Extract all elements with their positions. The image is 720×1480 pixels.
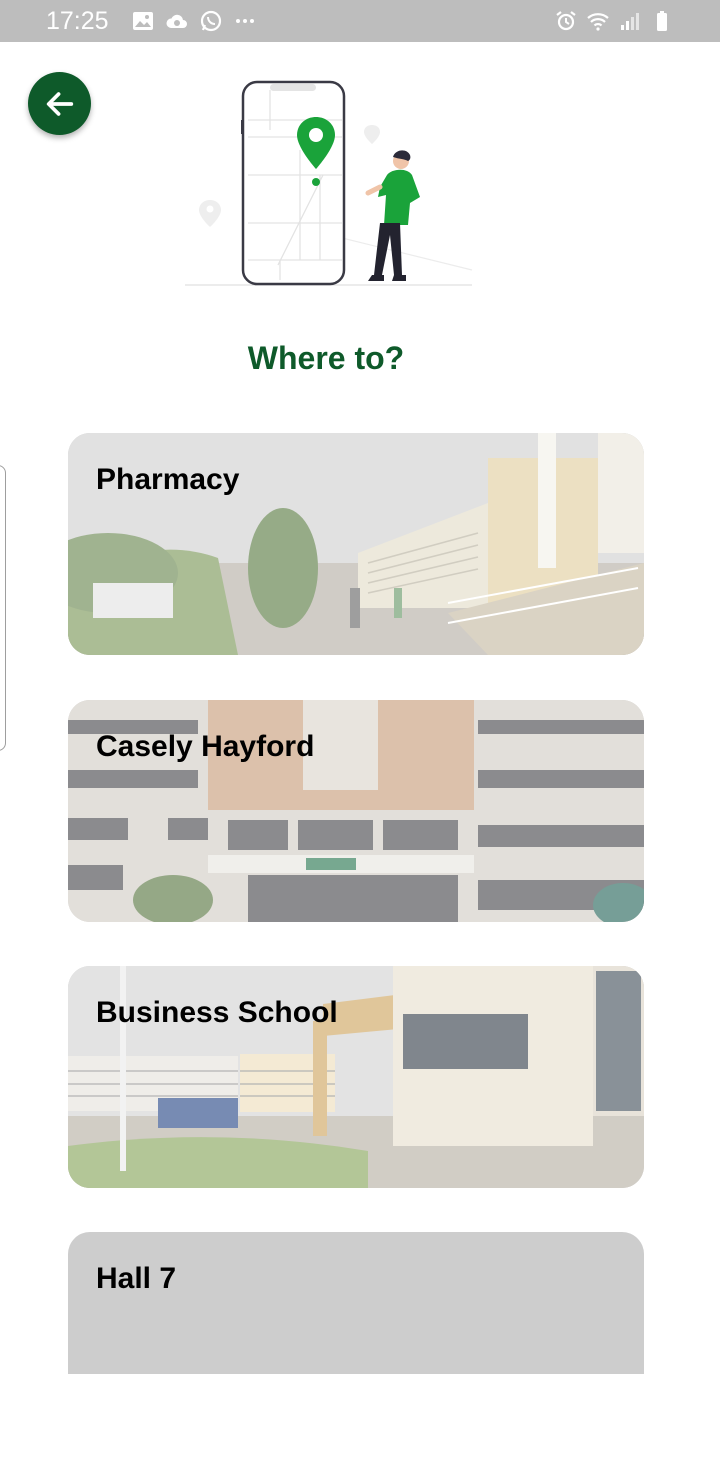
destination-label: Casely Hayford (96, 730, 315, 763)
location-illustration (185, 80, 473, 286)
whatsapp-icon (200, 10, 221, 32)
alarm-icon (556, 11, 576, 31)
battery-icon (657, 11, 667, 31)
status-bar: 17:25 (0, 0, 720, 42)
more-icon (235, 19, 254, 23)
wifi-icon (587, 13, 609, 31)
destination-label: Pharmacy (96, 463, 240, 496)
signal-icon (621, 13, 639, 30)
back-button[interactable] (28, 72, 91, 135)
destination-card-hall-7[interactable]: Hall 7 (68, 1232, 644, 1374)
destination-label: Business School (96, 996, 338, 1029)
destination-card-business-school[interactable]: Business School (68, 966, 644, 1188)
edge-panel-handle[interactable] (0, 465, 6, 751)
destination-card-pharmacy[interactable]: Pharmacy (68, 433, 644, 655)
page-title: Where to? (247, 340, 405, 376)
destination-label: Hall 7 (96, 1262, 177, 1295)
cloud-sync-icon (166, 14, 187, 28)
gallery-icon (132, 12, 153, 30)
destination-card-casely-hayford[interactable]: Casely Hayford (68, 700, 644, 922)
status-time: 17:25 (46, 6, 109, 35)
arrow-left-icon (46, 91, 73, 116)
